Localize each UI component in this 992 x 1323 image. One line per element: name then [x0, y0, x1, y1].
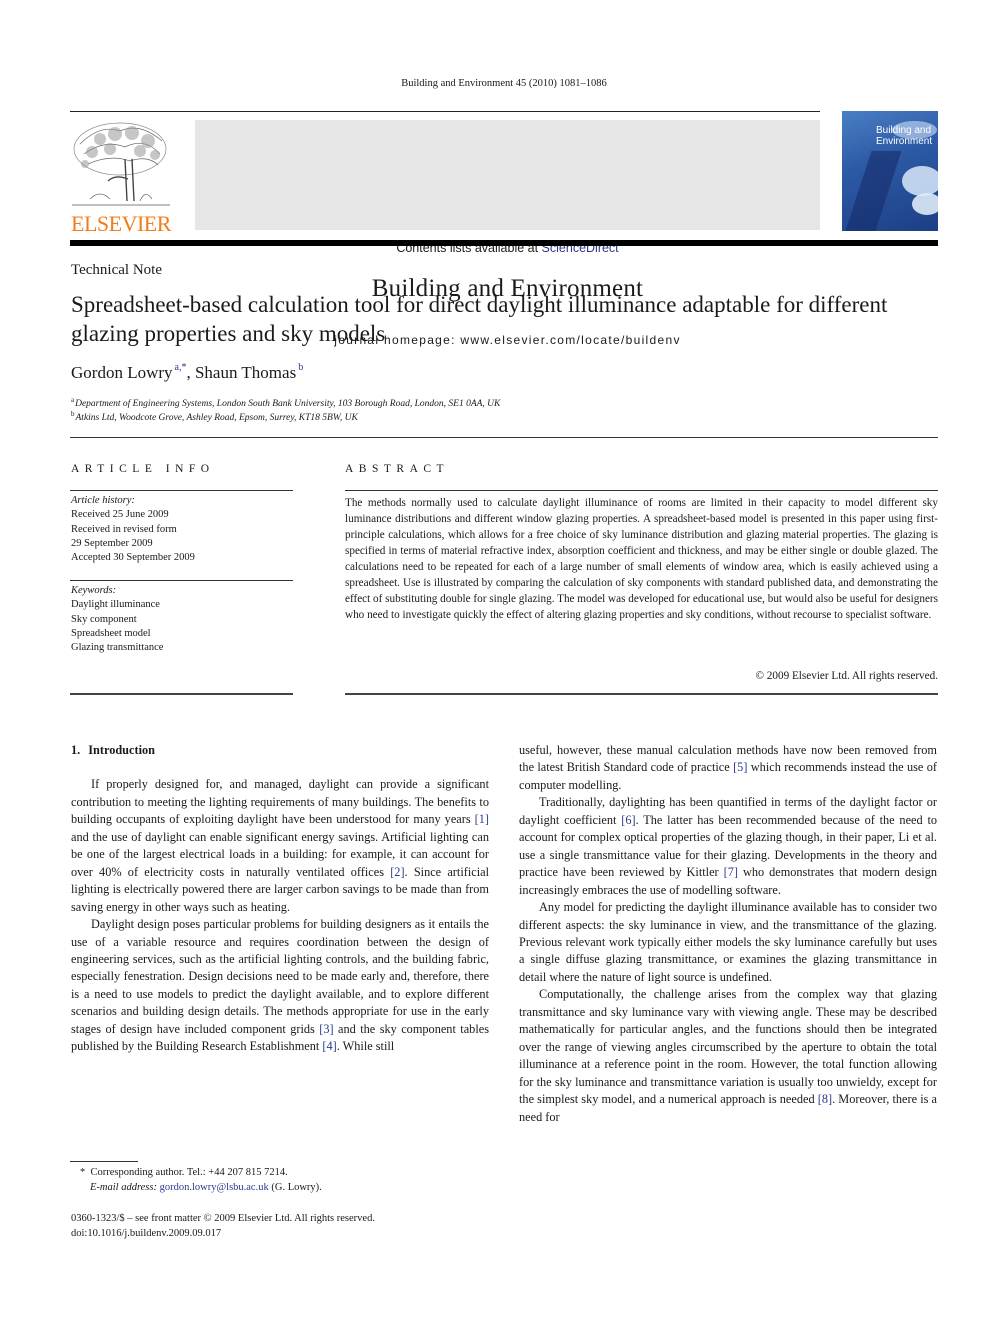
- article-title: Spreadsheet-based calculation tool for d…: [71, 292, 888, 346]
- article-type: Technical Note: [71, 262, 162, 278]
- divider: [70, 693, 293, 695]
- section-heading: 1. Introduction: [71, 742, 489, 759]
- article-info-heading: ARTICLE INFO: [71, 463, 215, 475]
- elsevier-logo[interactable]: ELSEVIER: [70, 119, 172, 236]
- front-matter: 0360-1323/$ – see front matter © 2009 El…: [71, 1212, 375, 1241]
- keyword: Glazing transmittance: [71, 642, 164, 654]
- author-separator: ,: [186, 363, 195, 382]
- body-paragraph: useful, however, these manual calculatio…: [519, 742, 937, 794]
- body-column-left: 1. Introduction If properly designed for,…: [71, 742, 489, 1056]
- keyword: Spreadsheet model: [71, 627, 151, 639]
- paragraph-text: Computationally, the challenge arises fr…: [519, 987, 937, 1107]
- history-item: Received 25 June 2009: [71, 509, 169, 521]
- history-item: Received in revised form: [71, 523, 177, 535]
- paragraph-text: Any model for predicting the daylight il…: [519, 900, 937, 984]
- affiliation-mark: b: [71, 410, 75, 418]
- citation-link[interactable]: [2]: [390, 865, 404, 879]
- abstract-copyright: © 2009 Elsevier Ltd. All rights reserved…: [755, 670, 939, 682]
- email-suffix: (G. Lowry).: [268, 1182, 322, 1193]
- divider: [70, 490, 293, 491]
- body-paragraph: Daylight design poses particular problem…: [71, 916, 489, 1056]
- keywords-label: Keywords:: [71, 585, 117, 596]
- citation-link[interactable]: [7]: [724, 865, 738, 879]
- footnote: * Corresponding author. Tel.: +44 207 81…: [80, 1165, 322, 1195]
- section-number: 1.: [71, 743, 81, 757]
- email-link[interactable]: gordon.lowry@lsbu.ac.uk: [160, 1182, 269, 1193]
- elsevier-tree-icon: [72, 122, 170, 206]
- citation-link[interactable]: [8]: [818, 1092, 832, 1106]
- author-name[interactable]: Shaun Thomas: [195, 363, 296, 382]
- journal-cover-image[interactable]: Building and Environment: [842, 111, 938, 231]
- citation-link[interactable]: [5]: [733, 760, 747, 774]
- history-item: Accepted 30 September 2009: [71, 552, 195, 564]
- header-rule: [70, 437, 938, 438]
- issn-line: 0360-1323/$ – see front matter © 2009 El…: [71, 1213, 375, 1224]
- history-label: Article history:: [71, 495, 135, 506]
- paragraphs: If properly designed for, and managed, d…: [71, 776, 489, 1055]
- corresponding-author: Corresponding author. Tel.: +44 207 815 …: [90, 1167, 288, 1178]
- body-paragraph: Computationally, the challenge arises fr…: [519, 986, 937, 1126]
- citation-link[interactable]: [4]: [322, 1039, 336, 1053]
- keyword: Sky component: [71, 613, 137, 625]
- masthead-thick-rule: [70, 240, 938, 246]
- affiliation-text: Atkins Ltd, Woodcote Grove, Ashley Road,…: [75, 413, 358, 423]
- divider: [70, 580, 293, 581]
- affiliation: aDepartment of Engineering Systems, Lond…: [71, 396, 500, 409]
- cover-title: Building and Environment: [876, 125, 932, 147]
- keyword: Daylight illuminance: [71, 599, 160, 611]
- body-paragraph: Any model for predicting the daylight il…: [519, 899, 937, 986]
- citation-link[interactable]: [3]: [319, 1022, 333, 1036]
- body-column-right: useful, however, these manual calculatio…: [519, 742, 937, 1126]
- affiliation-text: Department of Engineering Systems, Londo…: [75, 399, 501, 409]
- body-paragraph: Traditionally, daylighting has been quan…: [519, 794, 937, 899]
- affiliation-mark: a: [71, 396, 75, 404]
- cover-cloud: [902, 166, 938, 196]
- top-rule: [70, 111, 820, 112]
- running-head: Building and Environment 45 (2010) 1081–…: [401, 78, 607, 89]
- masthead: Contents lists available at ScienceDirec…: [195, 120, 820, 347]
- cover-title-line: Building and: [876, 125, 932, 136]
- footnote-rule: [70, 1161, 138, 1162]
- keywords: Keywords: Daylight illuminance Sky compo…: [71, 584, 163, 655]
- body-paragraph: If properly designed for, and managed, d…: [71, 776, 489, 916]
- doi-link[interactable]: doi:10.1016/j.buildenv.2009.09.017: [71, 1227, 375, 1242]
- author-list: Gordon Lowry a,*, Shaun Thomas b: [71, 362, 303, 383]
- paragraph-text: . While still: [336, 1039, 395, 1054]
- abstract-heading: ABSTRACT: [345, 463, 450, 475]
- cover-building: [842, 151, 902, 231]
- citation-link[interactable]: [1]: [475, 812, 489, 826]
- footnote-mark: *: [80, 1167, 86, 1178]
- cover-title-line: Environment: [876, 136, 933, 147]
- citation-link[interactable]: [6]: [621, 813, 635, 827]
- author-name[interactable]: Gordon Lowry: [71, 363, 173, 382]
- divider: [345, 490, 938, 491]
- section-title: Introduction: [88, 743, 155, 757]
- elsevier-wordmark: ELSEVIER: [71, 211, 171, 236]
- author-affiliation-mark[interactable]: a,*: [175, 362, 187, 373]
- author-affiliation-mark[interactable]: b: [298, 362, 303, 373]
- cover-cloud: [912, 193, 938, 215]
- email-label: E-mail address:: [90, 1182, 157, 1193]
- paragraph-text: If properly designed for, and managed, d…: [71, 777, 489, 827]
- history-item: 29 September 2009: [71, 537, 153, 549]
- abstract-text: The methods normally used to calculate d…: [345, 497, 938, 621]
- divider: [345, 693, 938, 695]
- article-history: Article history: Received 25 June 2009 R…: [71, 494, 195, 565]
- affiliation: bAtkins Ltd, Woodcote Grove, Ashley Road…: [71, 410, 358, 423]
- paragraphs: useful, however, these manual calculatio…: [519, 742, 937, 1126]
- paragraph-text: Daylight design poses particular problem…: [71, 917, 489, 1036]
